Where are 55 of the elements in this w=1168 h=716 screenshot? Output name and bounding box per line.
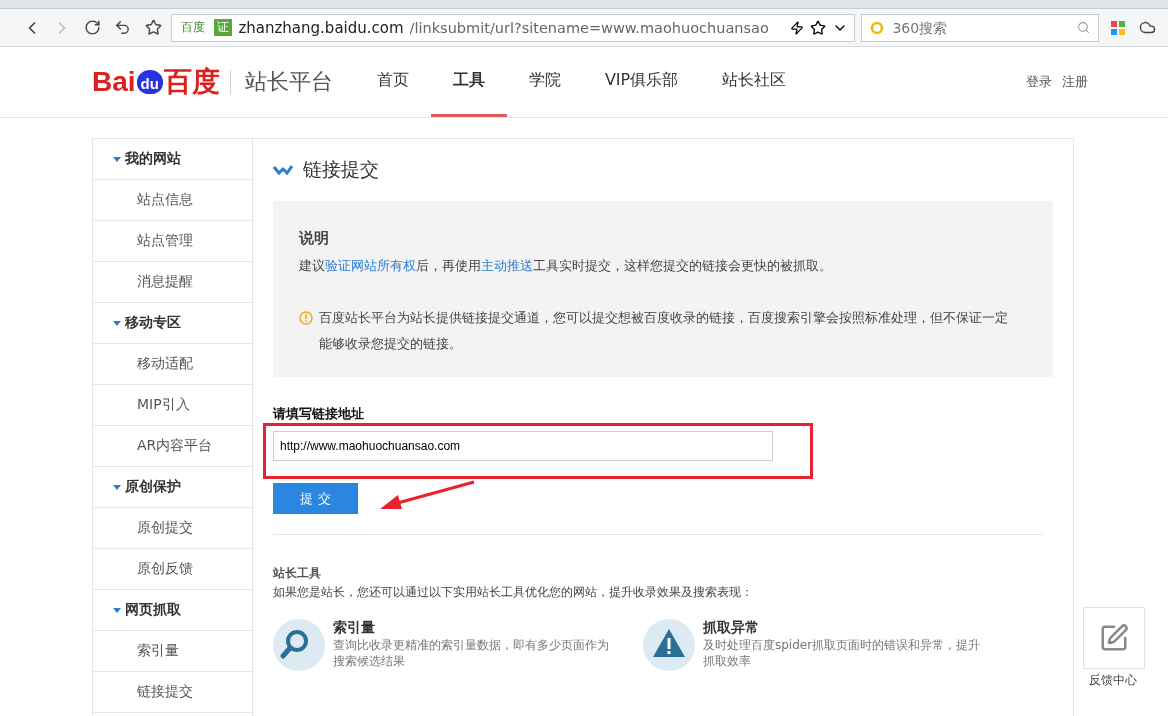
edit-icon — [1099, 623, 1129, 653]
sidebar-item[interactable]: 站点信息 — [93, 180, 252, 221]
tool-title[interactable]: 索引量 — [333, 619, 613, 637]
verified-badge: 证 — [214, 19, 233, 36]
tool-title[interactable]: 抓取异常 — [703, 619, 983, 637]
feedback-button[interactable] — [1083, 607, 1145, 669]
notice-heading: 说明 — [299, 228, 330, 249]
sidebar-item[interactable]: 链接提交 — [93, 672, 252, 713]
sidebar-item[interactable]: 移动适配 — [93, 344, 252, 385]
ring-icon — [870, 20, 885, 35]
warning-icon — [643, 619, 695, 671]
sidebar-item[interactable]: 原创反馈 — [93, 549, 252, 590]
url-host: zhanzhang.baidu.com — [238, 18, 404, 37]
sidebar-group[interactable]: 移动专区 — [93, 303, 252, 344]
account-link[interactable]: 注册 — [1062, 73, 1088, 91]
field-label: 请填写链接地址 — [273, 405, 365, 423]
nav-tab[interactable]: VIP俱乐部 — [582, 47, 701, 117]
notice-text: 建议验证网站所有权后，再使用主动推送工具实时提交，这样您提交的链接会更快的被抓取。 — [299, 257, 833, 275]
sidebar-group[interactable]: 我的网站 — [93, 139, 252, 180]
search-icon[interactable] — [1077, 21, 1091, 34]
sidebar-group[interactable]: 原创保护 — [93, 467, 252, 508]
tool-description: 及时处理百度spider抓取页面时的错误和异常，提升抓取效率 — [703, 637, 982, 669]
warning-icon — [299, 311, 313, 325]
page-title: 链接提交 — [303, 157, 379, 182]
account-link[interactable]: 登录 — [1026, 73, 1052, 91]
address-bar[interactable]: 百度 证 zhanzhang.baidu.com /linksubmit/url?sitename=www.maohuochuansao — [171, 13, 856, 42]
nav-tab[interactable]: 站长社区 — [700, 47, 809, 117]
nav-tab[interactable]: 学院 — [506, 47, 583, 117]
submit-button[interactable]: 提 交 — [273, 483, 358, 514]
nav-tab[interactable]: 工具 — [430, 47, 507, 117]
sidebar-item[interactable]: AR内容平台 — [93, 426, 252, 467]
url-path: /linksubmit/url?sitename=www.maohuochuansao — [409, 19, 769, 36]
site-label: 百度 — [180, 19, 207, 36]
link[interactable]: 主动推送 — [481, 258, 533, 273]
platform-title: 站长平台 — [229, 70, 333, 94]
warning-text: 百度站长平台为站长提供链接提交通道，您可以提交想被百度收录的链接，百度搜索引擎会按照标准处理，但不保证一定能够收录您提交的链接。 — [319, 309, 1009, 353]
tools-heading: 站长工具 — [273, 565, 322, 582]
search-field[interactable]: 360搜索 — [861, 13, 1100, 42]
star-icon[interactable] — [810, 19, 827, 36]
feedback-label[interactable]: 反馈中心 — [1089, 672, 1137, 689]
tools-intro: 如果您是站长，您还可以通过以下实用站长工具优化您的网站，提升收录效果及搜索表现： — [273, 584, 754, 601]
sidebar-item[interactable]: MIP引入 — [93, 385, 252, 426]
lightning-icon[interactable] — [790, 20, 805, 35]
nav-tab[interactable]: 首页 — [354, 47, 431, 117]
sidebar-item[interactable]: 原创提交 — [93, 508, 252, 549]
sidebar-item[interactable]: 站点管理 — [93, 221, 252, 262]
sidebar-item[interactable]: 索引量 — [93, 631, 252, 672]
sidebar-item[interactable]: 消息提醒 — [93, 262, 252, 303]
chevron-icon — [273, 164, 293, 176]
tool-description: 查询比收录更精准的索引量数据，即有多少页面作为搜索候选结果 — [333, 637, 610, 669]
url-input-field[interactable]: http://www.maohuochuansao.com — [273, 431, 773, 461]
logo[interactable]: Bai du 百度 — [92, 47, 220, 117]
magnifier-icon — [273, 619, 325, 671]
sidebar-group[interactable]: 网页抓取 — [93, 590, 252, 631]
link[interactable]: 验证网站所有权 — [325, 258, 416, 273]
